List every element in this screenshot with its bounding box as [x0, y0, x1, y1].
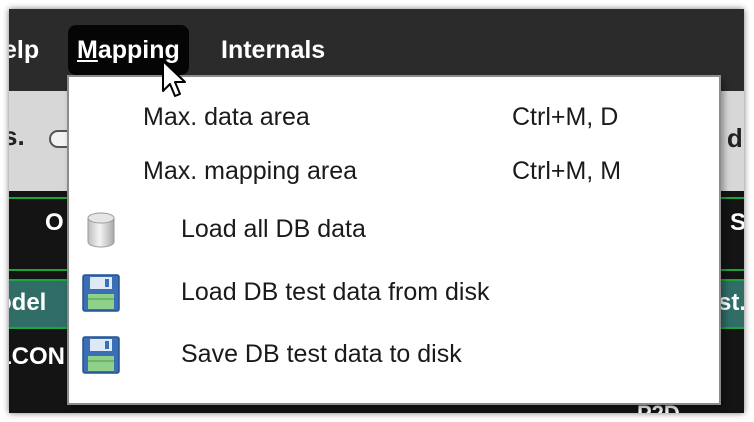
menu-item-label: Load all DB data	[181, 215, 366, 243]
menu-internals[interactable]: Internals	[221, 25, 325, 75]
menu-help[interactable]: elp	[9, 25, 39, 75]
menu-item-load-all-db-data[interactable]: Load all DB data	[69, 203, 719, 255]
row-cell-left: odel	[9, 289, 47, 316]
menu-item-max-mapping-area[interactable]: Max. mapping area Ctrl+M, M	[69, 145, 719, 197]
column-header-right[interactable]: S	[730, 209, 744, 237]
row-cell-right: st.	[717, 289, 744, 316]
menu-internals-label: Internals	[221, 36, 326, 64]
menu-help-label: elp	[9, 36, 40, 64]
mouse-pointer-icon	[162, 60, 186, 97]
menu-item-save-db-test-data[interactable]: Save DB test data to disk	[69, 328, 719, 380]
column-header-left[interactable]: O	[45, 209, 64, 237]
menu-item-label: Load DB test data from disk	[181, 278, 490, 306]
menu-item-label: Max. data area	[143, 103, 310, 131]
floppy-disk-icon	[82, 336, 120, 374]
toolbar-text-right: di	[726, 123, 744, 153]
floppy-disk-icon	[82, 274, 120, 312]
menu-item-label: Save DB test data to disk	[181, 340, 462, 368]
menu-item-label: Max. mapping area	[143, 157, 358, 185]
menu-item-shortcut: Ctrl+M, D	[512, 103, 619, 131]
database-icon	[87, 212, 115, 248]
mapping-dropdown-menu: Max. data area Ctrl+M, D Max. mapping ar…	[67, 75, 721, 405]
menu-item-load-db-test-data[interactable]: Load DB test data from disk	[69, 266, 719, 318]
toolbar-text-left: s.	[9, 121, 25, 151]
app-window: s. di O S odel st. LCON P2D elp Mapping …	[9, 9, 744, 413]
row-cell-left: LCON	[9, 343, 65, 370]
menu-item-shortcut: Ctrl+M, M	[512, 157, 622, 185]
menu-mapping-mnemonic: M	[77, 36, 98, 64]
